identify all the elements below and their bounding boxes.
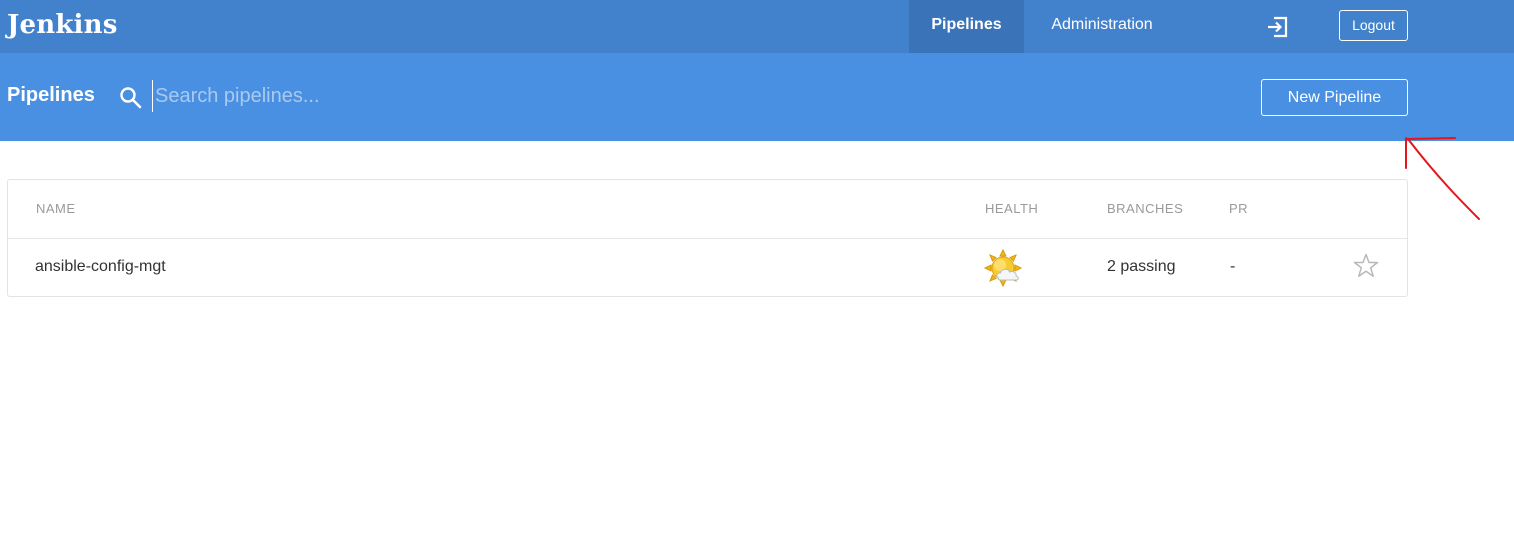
search-input[interactable] xyxy=(152,80,652,112)
table-header: NAME HEALTH BRANCHES PR xyxy=(8,180,1407,239)
exit-icon[interactable] xyxy=(1264,13,1292,41)
table-row[interactable]: ansible-config-mgt 2 passing - xyxy=(8,239,1407,297)
jenkins-logo[interactable]: Jenkins xyxy=(7,8,118,42)
column-header-health[interactable]: HEALTH xyxy=(985,201,1038,217)
column-header-name[interactable]: NAME xyxy=(36,201,76,217)
page-title: Pipelines xyxy=(7,84,95,106)
pipeline-name-link[interactable]: ansible-config-mgt xyxy=(35,257,166,277)
column-header-pr[interactable]: PR xyxy=(1229,201,1248,217)
partly-sunny-weather-icon xyxy=(983,248,1023,288)
tab-administration[interactable]: Administration xyxy=(1034,0,1170,53)
logout-button[interactable]: Logout xyxy=(1339,10,1408,41)
column-header-branches[interactable]: BRANCHES xyxy=(1107,201,1183,217)
search-icon xyxy=(120,87,142,109)
branches-status: 2 passing xyxy=(1107,258,1176,275)
favorite-star-icon[interactable] xyxy=(1352,252,1380,280)
tab-pipelines[interactable]: Pipelines xyxy=(909,0,1024,53)
top-navigation-bar: Jenkins Pipelines Administration Logout xyxy=(0,0,1514,53)
pipelines-header: Pipelines New Pipeline xyxy=(0,53,1514,141)
annotation-arrow xyxy=(1405,137,1480,220)
pipelines-table: NAME HEALTH BRANCHES PR ansible-config-m… xyxy=(7,179,1408,297)
pull-requests-value: - xyxy=(1230,258,1236,275)
new-pipeline-button[interactable]: New Pipeline xyxy=(1261,79,1408,116)
